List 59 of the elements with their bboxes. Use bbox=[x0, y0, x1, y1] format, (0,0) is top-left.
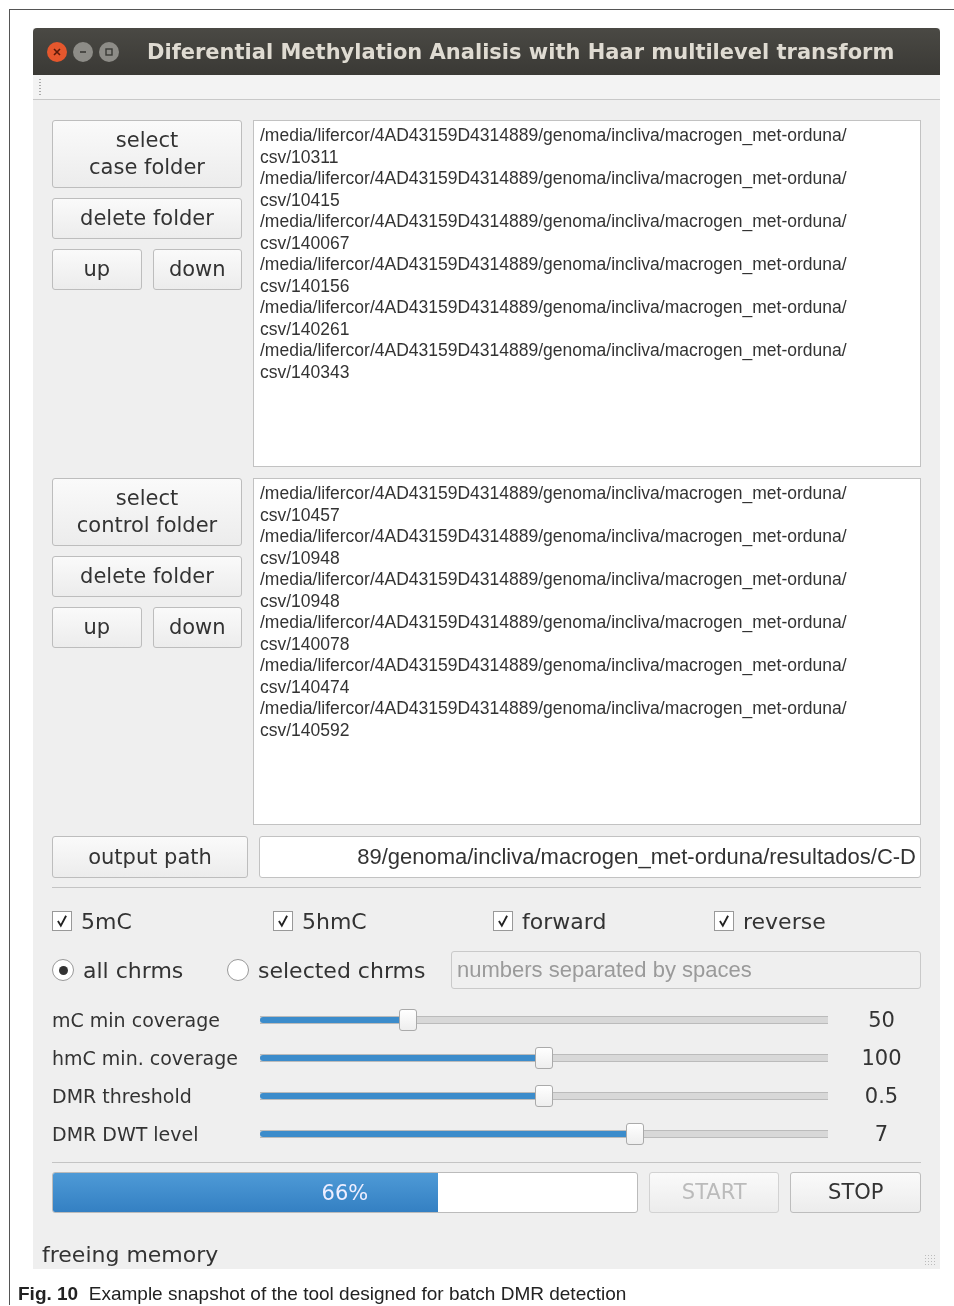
down-button[interactable]: down bbox=[152, 249, 242, 290]
checkbox[interactable] bbox=[273, 911, 293, 931]
radio-button[interactable] bbox=[52, 959, 74, 981]
slider-label: DMR DWT level bbox=[52, 1123, 200, 1145]
folder-item[interactable]: /media/lifercor/4AD43159D4314889/genoma/incliva/macrogen_met-orduna/ csv/10415 bbox=[260, 168, 914, 211]
slider-handle[interactable] bbox=[535, 1085, 553, 1107]
slider-value: 100 bbox=[860, 1046, 903, 1070]
slider-handle[interactable] bbox=[535, 1047, 553, 1069]
select-folder-button[interactable]: select case folder bbox=[52, 120, 242, 188]
select-folder-button[interactable]: select control folder bbox=[52, 478, 242, 546]
up-button[interactable]: up bbox=[52, 607, 142, 648]
folder-item[interactable]: /media/lifercor/4AD43159D4314889/genoma/incliva/macrogen_met-orduna/ csv/140156 bbox=[260, 254, 914, 297]
minimize-icon[interactable] bbox=[73, 41, 93, 62]
output-path-field[interactable]: 89/genoma/incliva/macrogen_met-orduna/resultados/C-D bbox=[259, 836, 921, 878]
figure-caption: Fig. 10 Example snapshot of the tool designed for batch DMR detection bbox=[18, 1283, 628, 1305]
checkbox-label[interactable]: reverse bbox=[743, 908, 826, 934]
delete-folder-button[interactable]: delete folder bbox=[52, 556, 242, 597]
folder-item[interactable]: /media/lifercor/4AD43159D4314889/genoma/incliva/macrogen_met-orduna/ csv/140592 bbox=[260, 698, 914, 741]
down-button[interactable]: down bbox=[152, 607, 242, 648]
output-path-button[interactable]: output path bbox=[52, 836, 248, 878]
folder-item[interactable]: /media/lifercor/4AD43159D4314889/genoma/incliva/macrogen_met-orduna/ csv/10311 bbox=[260, 125, 914, 168]
progress-text: 66% bbox=[320, 1181, 370, 1205]
window-title: Diferential Methylation Analisis with Haar multilevel transform bbox=[147, 39, 895, 64]
folder-item[interactable]: /media/lifercor/4AD43159D4314889/genoma/incliva/macrogen_met-orduna/ csv/10948 bbox=[260, 569, 914, 612]
checkmark-icon bbox=[717, 914, 731, 928]
folder-item[interactable]: /media/lifercor/4AD43159D4314889/genoma/incliva/macrogen_met-orduna/ csv/140343 bbox=[260, 340, 914, 383]
slider-value: 7 bbox=[873, 1122, 890, 1146]
radio-label[interactable]: selected chrms bbox=[258, 957, 426, 983]
checkbox-label[interactable]: 5mC bbox=[81, 908, 132, 934]
slider-label: DMR threshold bbox=[52, 1085, 193, 1107]
radio-label[interactable]: all chrms bbox=[83, 957, 184, 983]
slider-handle[interactable] bbox=[398, 1009, 417, 1031]
slider-value: 50 bbox=[867, 1008, 896, 1032]
checkmark-icon bbox=[55, 914, 69, 928]
checkbox-label[interactable]: 5hmC bbox=[302, 908, 367, 934]
radio-button[interactable] bbox=[227, 959, 249, 981]
maximize-icon[interactable] bbox=[99, 41, 119, 62]
checkmark-icon bbox=[276, 914, 290, 928]
status-text: freeing memory bbox=[42, 1242, 219, 1269]
folder-item[interactable]: /media/lifercor/4AD43159D4314889/genoma/incliva/macrogen_met-orduna/ csv/10948 bbox=[260, 526, 914, 569]
toolbar-grip-icon[interactable] bbox=[38, 78, 42, 96]
delete-folder-button[interactable]: delete folder bbox=[52, 198, 242, 239]
close-icon[interactable] bbox=[47, 41, 67, 62]
checkbox-label[interactable]: forward bbox=[522, 908, 607, 934]
checkbox[interactable] bbox=[52, 911, 72, 931]
slider-handle[interactable] bbox=[625, 1123, 644, 1145]
checkbox[interactable] bbox=[714, 911, 734, 931]
folder-item[interactable]: /media/lifercor/4AD43159D4314889/genoma/incliva/macrogen_met-orduna/ csv/140474 bbox=[260, 655, 914, 698]
slider-label: mC min coverage bbox=[52, 1009, 221, 1031]
slider-value: 0.5 bbox=[863, 1084, 900, 1108]
folder-item[interactable]: /media/lifercor/4AD43159D4314889/genoma/incliva/macrogen_met-orduna/ csv/140078 bbox=[260, 612, 914, 655]
folder-item[interactable]: /media/lifercor/4AD43159D4314889/genoma/incliva/macrogen_met-orduna/ csv/10457 bbox=[260, 483, 914, 526]
stop-button[interactable]: STOP bbox=[790, 1172, 921, 1213]
folder-item[interactable]: /media/lifercor/4AD43159D4314889/genoma/incliva/macrogen_met-orduna/ csv/140067 bbox=[260, 211, 914, 254]
up-button[interactable]: up bbox=[52, 249, 142, 290]
checkmark-icon bbox=[496, 914, 510, 928]
folder-item[interactable]: /media/lifercor/4AD43159D4314889/genoma/incliva/macrogen_met-orduna/ csv/140261 bbox=[260, 297, 914, 340]
slider-label: hmC min. coverage bbox=[52, 1047, 239, 1069]
checkbox[interactable] bbox=[493, 911, 513, 931]
